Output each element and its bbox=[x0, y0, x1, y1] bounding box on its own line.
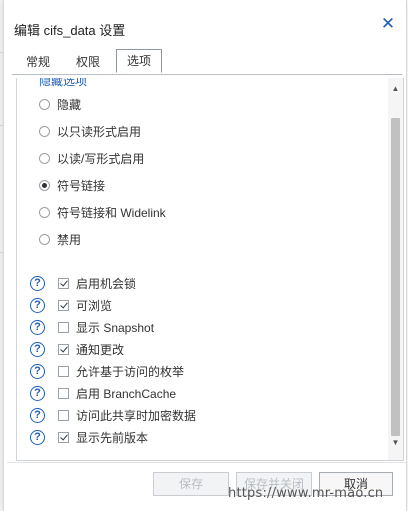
vertical-scrollbar[interactable]: ▲ ▼ bbox=[388, 78, 403, 460]
checkbox-checked[interactable] bbox=[58, 431, 69, 443]
help-icon[interactable]: ? bbox=[30, 407, 45, 423]
radio-button[interactable] bbox=[39, 125, 50, 137]
options-content: 隐藏选项 隐藏 以只读形式启用 以读/写形式启用 符号链接 符号链接和 Wide… bbox=[17, 78, 387, 460]
checkbox-label: 显示先前版本 bbox=[76, 430, 149, 445]
checkbox-label: 显示 Snapshot bbox=[76, 320, 155, 335]
tab-permissions[interactable]: 权限 bbox=[66, 50, 110, 74]
checkbox-label: 通知更改 bbox=[76, 342, 125, 357]
share-settings-dialog: 编辑 cifs_data 设置 ✕ 常规 权限 选项 隐藏选项 隐藏 以只读形式… bbox=[3, 0, 408, 511]
scroll-up-arrow-icon[interactable]: ▲ bbox=[388, 82, 403, 96]
radio-button[interactable] bbox=[39, 206, 50, 218]
checkbox-checked[interactable] bbox=[58, 343, 69, 355]
scroll-down-arrow-icon[interactable]: ▼ bbox=[388, 436, 403, 450]
radio-button[interactable] bbox=[39, 152, 50, 164]
radio-button[interactable] bbox=[39, 233, 50, 245]
scroll-thumb[interactable] bbox=[391, 118, 400, 436]
radio-label: 以只读形式启用 bbox=[57, 124, 142, 139]
radio-label: 禁用 bbox=[57, 232, 82, 247]
tab-general[interactable]: 常规 bbox=[16, 50, 60, 74]
checkbox-label: 可浏览 bbox=[76, 298, 113, 313]
help-icon[interactable]: ? bbox=[30, 341, 45, 357]
radio-label: 隐藏 bbox=[57, 97, 82, 112]
checkbox-label: 访问此共享时加密数据 bbox=[76, 408, 197, 423]
help-icon[interactable]: ? bbox=[30, 385, 45, 401]
checkbox[interactable] bbox=[58, 321, 69, 333]
radio-button[interactable] bbox=[39, 98, 50, 110]
checkbox[interactable] bbox=[58, 409, 69, 421]
help-icon[interactable]: ? bbox=[30, 319, 45, 335]
checkbox-checked[interactable] bbox=[58, 299, 69, 311]
help-icon[interactable]: ? bbox=[30, 275, 45, 291]
checkbox-label: 启用 BranchCache bbox=[76, 386, 177, 401]
visibility-section-label: 隐藏选项 bbox=[39, 78, 88, 88]
radio-label: 符号链接和 Widelink bbox=[57, 205, 166, 220]
help-icon[interactable]: ? bbox=[30, 429, 45, 445]
checkbox-label: 允许基于访问的枚举 bbox=[76, 364, 185, 379]
tab-bar: 常规 权限 选项 bbox=[12, 49, 402, 75]
options-panel: 隐藏选项 隐藏 以只读形式启用 以读/写形式启用 符号链接 符号链接和 Wide… bbox=[16, 78, 404, 461]
radio-label: 以读/写形式启用 bbox=[57, 151, 145, 166]
radio-button-selected[interactable] bbox=[39, 179, 50, 191]
checkbox-label: 启用机会锁 bbox=[76, 276, 137, 291]
help-icon[interactable]: ? bbox=[30, 297, 45, 313]
close-icon[interactable]: ✕ bbox=[380, 15, 396, 32]
checkbox-checked[interactable] bbox=[58, 277, 69, 289]
checkbox[interactable] bbox=[58, 387, 69, 399]
dialog-title: 编辑 cifs_data 设置 bbox=[14, 23, 126, 38]
checkbox[interactable] bbox=[58, 365, 69, 377]
tab-options[interactable]: 选项 bbox=[116, 49, 162, 73]
footer-divider bbox=[7, 462, 408, 463]
save-button[interactable]: 保存 bbox=[153, 472, 229, 496]
help-icon[interactable]: ? bbox=[30, 363, 45, 379]
watermark-text: https://www.mr-mao.cn bbox=[228, 486, 384, 501]
radio-label: 符号链接 bbox=[57, 178, 106, 193]
